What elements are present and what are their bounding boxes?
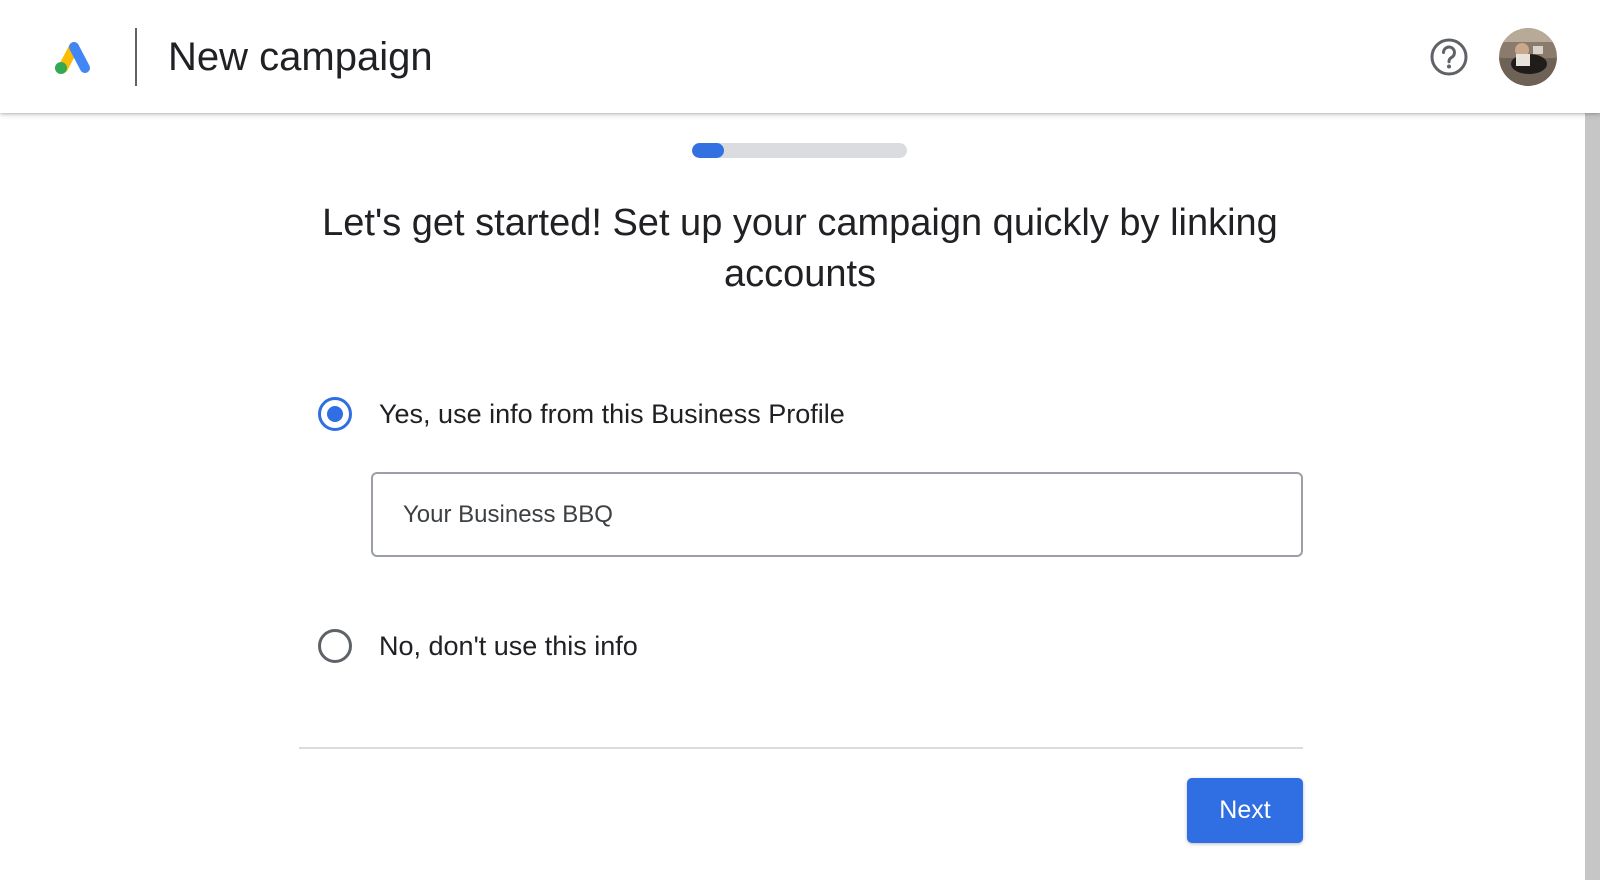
option-use-business-profile-label: Yes, use info from this Business Profile [379, 399, 845, 429]
radio-use-business-profile[interactable] [318, 397, 352, 431]
top-bar: New campaign [0, 0, 1600, 113]
progress-bar-fill [692, 143, 725, 158]
option-use-business-profile[interactable]: Yes, use info from this Business Profile [318, 390, 845, 438]
avatar[interactable] [1499, 28, 1557, 86]
setup-heading: Let's get started! Set up your campaign … [322, 202, 1278, 295]
scrollbar[interactable] [1585, 113, 1600, 880]
option-dont-use-info-label: No, don't use this info [379, 631, 638, 661]
page-title: New campaign [168, 35, 433, 79]
app-root: New campaign Let's get started! Set up y… [0, 0, 1600, 880]
radio-dont-use-info[interactable] [318, 629, 352, 663]
progress-bar [692, 143, 907, 158]
business-profile-field[interactable] [371, 472, 1303, 557]
option-dont-use-info[interactable]: No, don't use this info [318, 622, 638, 670]
next-button[interactable]: Next [1187, 778, 1303, 843]
help-icon[interactable] [1428, 36, 1470, 78]
google-ads-logo-icon[interactable] [52, 36, 94, 76]
footer-divider [299, 747, 1303, 749]
header-divider [135, 28, 137, 86]
